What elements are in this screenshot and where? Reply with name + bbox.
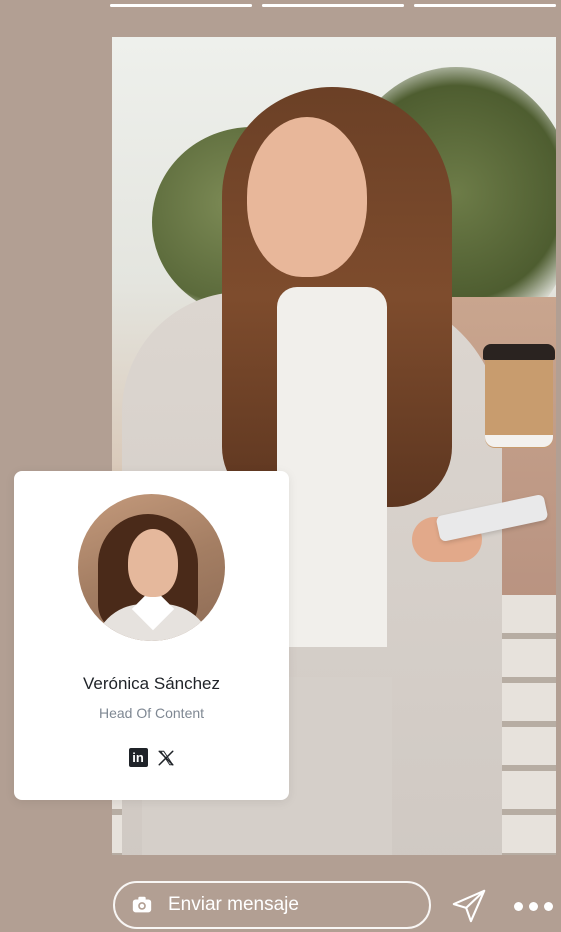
camera-icon[interactable] <box>131 894 153 916</box>
profile-name: Verónica Sánchez <box>82 674 221 693</box>
more-icon[interactable] <box>514 899 558 913</box>
linkedin-icon[interactable]: in <box>128 748 148 767</box>
send-icon[interactable] <box>450 887 488 925</box>
avatar <box>78 494 225 641</box>
progress-segment-3 <box>414 4 556 7</box>
profile-role: Head Of Content <box>98 705 205 721</box>
social-links: in <box>14 748 289 767</box>
progress-segment-2 <box>262 4 404 7</box>
story-progress <box>110 4 556 7</box>
message-input[interactable]: Enviar mensaje <box>113 881 431 929</box>
profile-card: Verónica Sánchez Head Of Content in <box>14 471 289 800</box>
message-placeholder: Enviar mensaje <box>168 894 299 915</box>
progress-segment-1 <box>110 4 252 7</box>
x-icon[interactable] <box>157 749 175 767</box>
